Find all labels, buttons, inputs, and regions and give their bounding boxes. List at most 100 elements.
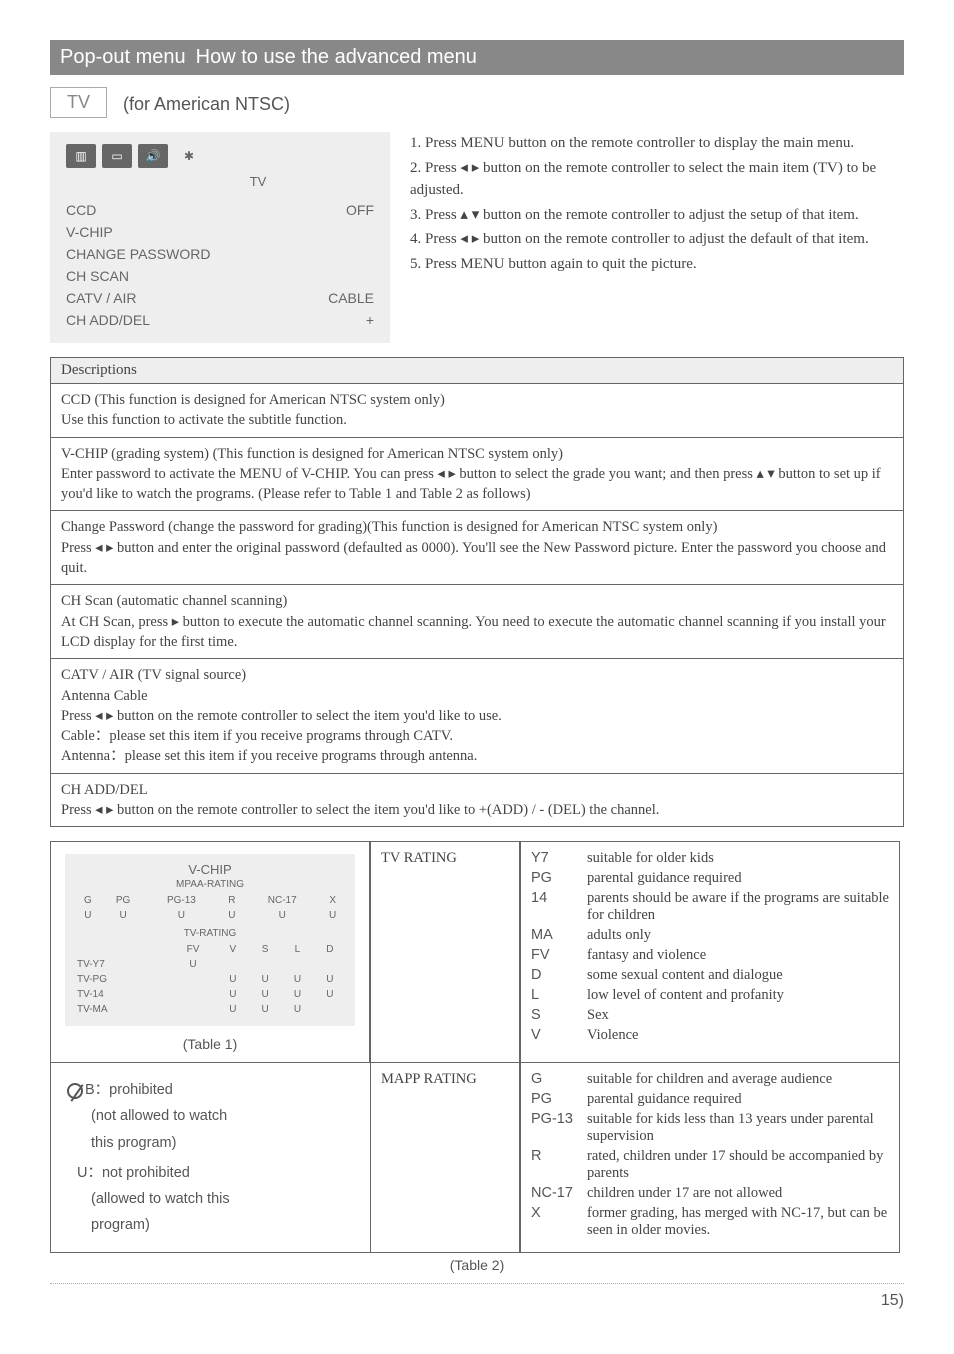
desc-row: CCD (This function is designed for Ameri… — [51, 384, 903, 437]
val: U — [218, 973, 248, 986]
col: G — [75, 894, 101, 907]
rating-row: PG parental guidance required — [531, 870, 889, 887]
col: PG-13 — [145, 894, 217, 907]
menu-box: ▥ ▭ 🔊 ✱ TV CCD OFF V-CHIP CHANGE PASSWORD… — [50, 132, 390, 343]
prohibit-b-sub1: (not allowed to watch — [67, 1103, 354, 1129]
mapp-rating-label-cell: MAPP RATING — [370, 1063, 520, 1253]
desc-row: V-CHIP (grading system) (This function i… — [51, 437, 903, 511]
val — [315, 958, 345, 971]
val: U — [320, 909, 345, 922]
vchip-container: V-CHIP MPAA-RATING G PG PG-13 R NC-17 X … — [50, 841, 370, 1063]
col: V — [218, 943, 248, 956]
prohibit-box: B：prohibited (not allowed to watch this … — [50, 1063, 370, 1253]
rating-desc: Violence — [587, 1027, 638, 1044]
rating-desc: Sex — [587, 1007, 609, 1024]
descriptions-table: CCD (This function is designed for Ameri… — [50, 384, 904, 827]
menu-item-value: + — [366, 312, 374, 328]
bottom-grid: V-CHIP MPAA-RATING G PG PG-13 R NC-17 X … — [50, 841, 904, 1253]
menu-item-value: OFF — [346, 202, 374, 218]
tv-subtitle: (for American NTSC) — [123, 94, 290, 114]
menu-item-value: CABLE — [328, 290, 374, 306]
rating-code: G — [531, 1071, 579, 1088]
menu-icons-row: ▥ ▭ 🔊 ✱ — [66, 144, 374, 168]
desc-row: CH ADD/DEL Press ◂ ▸ button on the remot… — [51, 773, 903, 827]
rating-code: PG — [531, 870, 579, 887]
rating-desc: adults only — [587, 927, 651, 944]
instruction-line: 2. Press ◂ ▸ button on the remote contro… — [410, 157, 904, 202]
val: U — [218, 1003, 248, 1016]
val — [282, 958, 312, 971]
popout-label: Pop-out menu — [60, 46, 186, 69]
rating-row: S Sex — [531, 1007, 889, 1024]
header-title: How to use the advanced menu — [196, 46, 477, 69]
rating-row: V Violence — [531, 1027, 889, 1044]
col: D — [315, 943, 345, 956]
rating-code: Y7 — [531, 850, 579, 867]
rating-code: S — [531, 1007, 579, 1024]
rowlabel: TV-MA — [75, 1003, 168, 1016]
mapp-rating-label: MAPP RATING — [381, 1071, 477, 1087]
rating-row: 14parents should be aware if the program… — [531, 890, 889, 924]
val: U — [75, 909, 101, 922]
rating-row: PG-13suitable for kids less than 13 year… — [531, 1111, 889, 1145]
val: U — [282, 973, 312, 986]
rating-desc: former grading, has merged with NC-17, b… — [587, 1205, 889, 1239]
menu-row: CH ADD/DEL + — [66, 309, 374, 331]
instruction-line: 4. Press ◂ ▸ button on the remote contro… — [410, 228, 904, 251]
val: U — [250, 988, 280, 1001]
col: X — [320, 894, 345, 907]
val: U — [315, 973, 345, 986]
rating-desc: suitable for children and average audien… — [587, 1071, 832, 1088]
val: U — [246, 909, 318, 922]
icon-2: ▭ — [102, 144, 132, 168]
col: NC-17 — [246, 894, 318, 907]
mpaa-table: G PG PG-13 R NC-17 X U U U U U U — [73, 892, 347, 924]
menu-item-label: CCD — [66, 202, 96, 218]
menu-item-label: V-CHIP — [66, 224, 113, 240]
rating-code: X — [531, 1205, 579, 1239]
desc-row: CH Scan (automatic channel scanning) At … — [51, 584, 903, 658]
rowlabel: TV-Y7 — [75, 958, 168, 971]
val: U — [282, 988, 312, 1001]
val: U — [170, 958, 215, 971]
tv-tab: TV — [50, 87, 107, 118]
val — [250, 958, 280, 971]
rating-row: NC-17children under 17 are not allowed — [531, 1185, 889, 1202]
rating-desc: suitable for older kids — [587, 850, 714, 867]
val — [170, 973, 215, 986]
rating-desc: low level of content and profanity — [587, 987, 784, 1004]
col: PG — [103, 894, 143, 907]
menu-row: V-CHIP — [66, 221, 374, 243]
icon-3: 🔊 — [138, 144, 168, 168]
rating-desc: parental guidance required — [587, 870, 742, 887]
col: S — [250, 943, 280, 956]
menu-item-label: CH ADD/DEL — [66, 312, 150, 328]
menu-tv-label: TV — [142, 174, 374, 189]
rating-desc: some sexual content and dialogue — [587, 967, 783, 984]
menu-row: CATV / AIR CABLE — [66, 287, 374, 309]
val: U — [250, 973, 280, 986]
rating-code: NC-17 — [531, 1185, 579, 1202]
rating-code: V — [531, 1027, 579, 1044]
page-number-value: 15 — [881, 1292, 899, 1309]
icon-4: ✱ — [174, 144, 204, 168]
vchip-title: V-CHIP — [73, 862, 347, 877]
vchip-panel: V-CHIP MPAA-RATING G PG PG-13 R NC-17 X … — [65, 854, 355, 1026]
instruction-line: 1. Press MENU button on the remote contr… — [410, 132, 904, 155]
rating-row: Xformer grading, has merged with NC-17, … — [531, 1205, 889, 1239]
prohibit-u-sub1: (allowed to watch this — [67, 1186, 354, 1212]
instruction-line: 5. Press MENU button again to quit the p… — [410, 253, 904, 276]
table1-caption: (Table 1) — [51, 1032, 369, 1062]
tvrating-label: TV-RATING — [73, 928, 347, 939]
rating-row: FVfantasy and violence — [531, 947, 889, 964]
val: U — [145, 909, 217, 922]
rating-desc: rated, children under 17 should be accom… — [587, 1148, 889, 1182]
divider — [50, 1283, 904, 1284]
col: R — [220, 894, 245, 907]
val — [170, 988, 215, 1001]
menu-item-label: CH SCAN — [66, 268, 129, 284]
val — [170, 1003, 215, 1016]
menu-item-label: CATV / AIR — [66, 290, 137, 306]
mpaa-label: MPAA-RATING — [73, 879, 347, 890]
menu-item-label: CHANGE PASSWORD — [66, 246, 210, 262]
